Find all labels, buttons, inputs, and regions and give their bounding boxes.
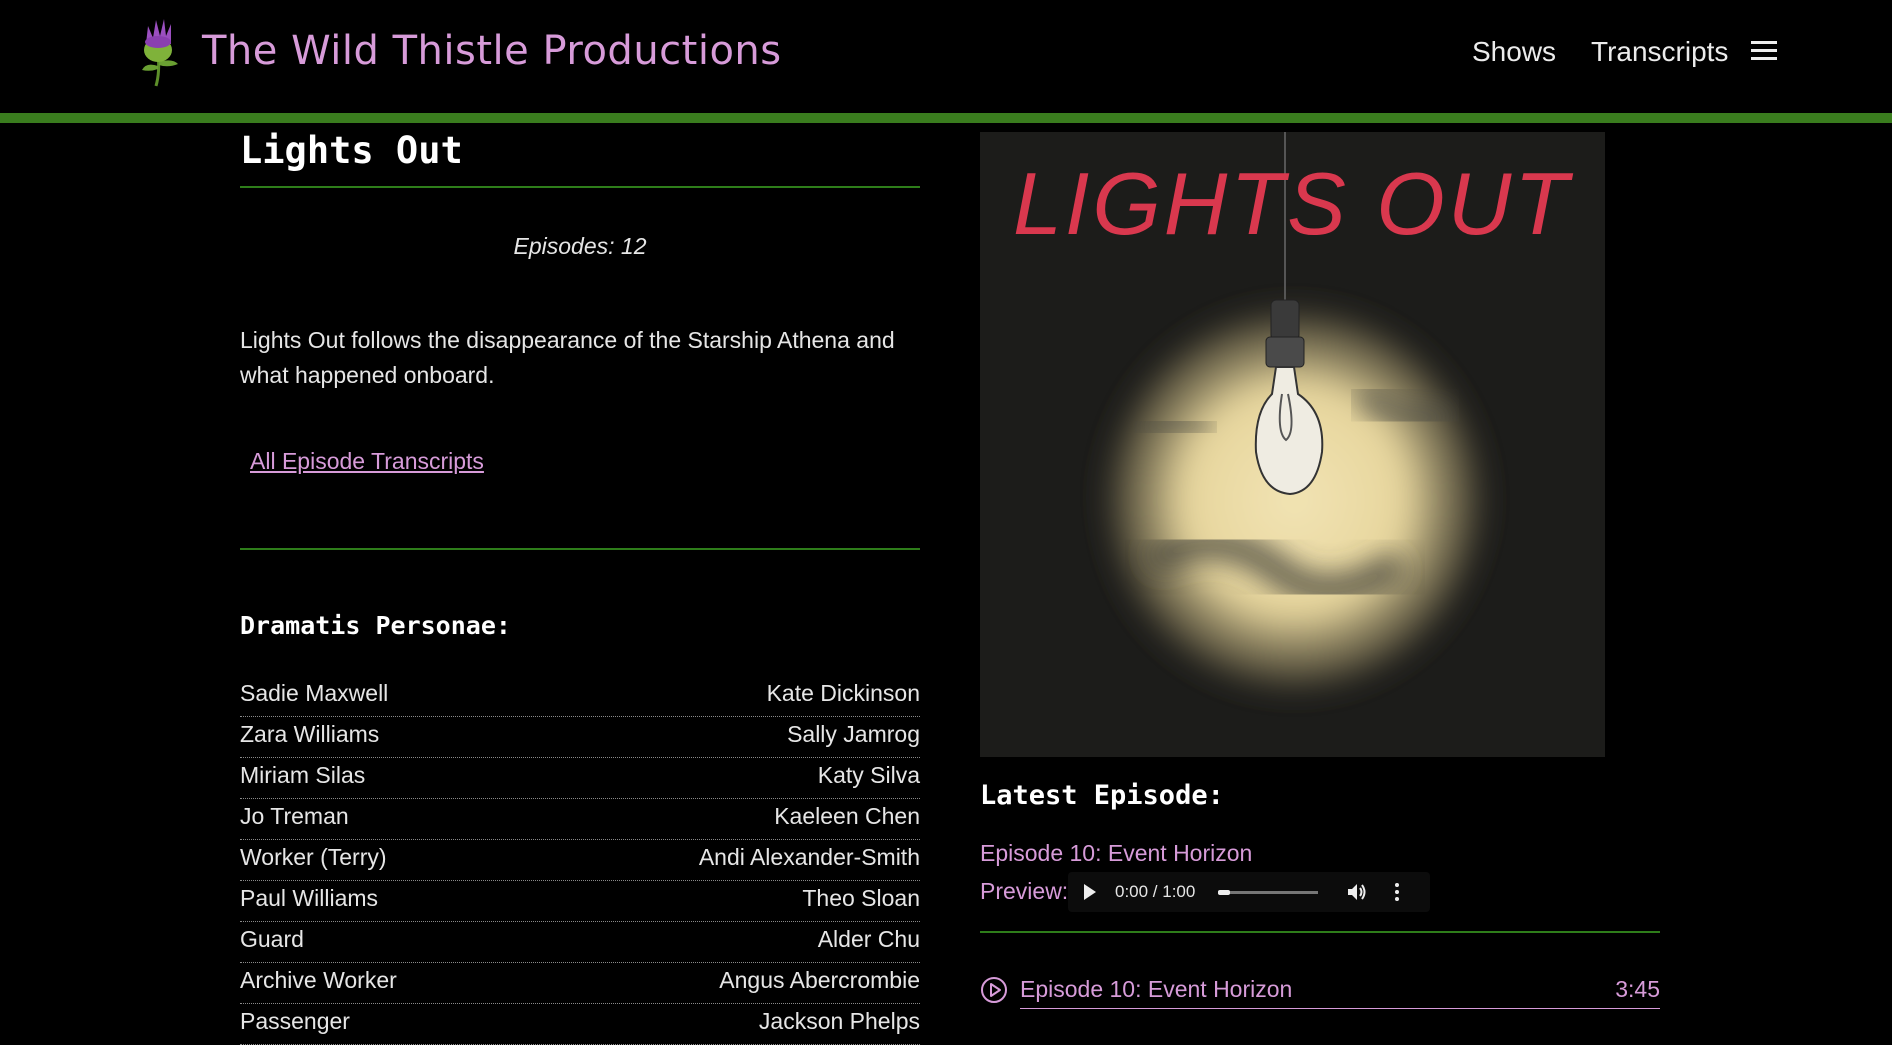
cast-row: Worker (Terry) Andi Alexander-Smith [240,840,920,881]
cast-row: Archive Worker Angus Abercrombie [240,963,920,1004]
character-name: Passenger [240,1008,350,1034]
audio-progress-slider[interactable] [1218,890,1318,895]
show-cover-art: LIGHTS OUT [980,132,1605,757]
show-description: Lights Out follows the disappearance of … [240,327,895,388]
all-transcripts-link[interactable]: All Episode Transcripts [250,448,484,475]
play-circle-icon[interactable] [980,976,1008,1004]
actor-name: Theo Sloan [802,885,920,911]
actor-name: Katy Silva [817,762,920,788]
cast-row: Paul Williams Theo Sloan [240,881,920,922]
character-name: Worker (Terry) [240,844,387,870]
play-icon[interactable] [1084,884,1096,900]
actor-name: Angus Abercrombie [719,967,920,993]
actor-name: Kaeleen Chen [774,803,920,829]
nav-transcripts[interactable]: Transcripts [1591,36,1728,68]
cast-list: Sadie Maxwell Kate Dickinson Zara Williams… [240,676,920,1045]
site-title[interactable]: The Wild Thistle Productions [202,28,782,74]
actor-name: Jackson Phelps [758,1008,920,1034]
cast-row: Guard Alder Chu [240,922,920,963]
cast-row: Zara Williams Sally Jamrog [240,717,920,758]
cast-row: Miriam Silas Katy Silva [240,758,920,799]
dramatis-personae-heading: Dramatis Personae: [240,611,511,640]
actor-name: Sally Jamrog [787,721,920,747]
character-name: Sadie Maxwell [240,680,389,706]
site-header: The Wild Thistle Productions Shows Trans… [0,0,1892,113]
episode-name: Episode 10: Event Horizon [1020,976,1293,1002]
progress-knob[interactable] [1218,890,1230,895]
latest-episode-title[interactable]: Episode 10: Event Horizon [980,840,1252,867]
episode-duration: 3:45 [1615,976,1660,1002]
actor-name: Alder Chu [817,926,920,952]
character-name: Jo Treman [240,803,349,829]
show-title: Lights Out [240,129,463,172]
episode-list-divider [980,931,1660,933]
more-options-icon[interactable] [1394,882,1400,902]
preview-label: Preview: [980,878,1069,904]
title-divider [240,186,920,188]
character-name: Guard [240,926,304,952]
character-name: Archive Worker [240,967,397,993]
character-name: Zara Williams [240,721,380,747]
episode-list-item: Episode 10: Event Horizon 3:45 [980,974,1660,1010]
actor-name: Andi Alexander-Smith [698,844,920,870]
episodes-count: Episodes: 12 [513,233,647,259]
audio-player: 0:00 / 1:00 [1068,872,1430,912]
header-divider [0,113,1892,123]
cover-title-text: LIGHTS OUT [1013,154,1573,253]
volume-icon[interactable] [1346,881,1368,903]
nav-shows[interactable]: Shows [1472,36,1556,68]
cast-row: Passenger Jackson Phelps [240,1004,920,1045]
cast-row: Sadie Maxwell Kate Dickinson [240,676,920,717]
section-divider [240,548,920,550]
audio-time: 0:00 / 1:00 [1115,882,1196,901]
character-name: Paul Williams [240,885,379,911]
thistle-logo-icon[interactable] [136,14,184,88]
hamburger-menu-icon[interactable] [1751,41,1777,61]
episode-link[interactable]: Episode 10: Event Horizon 3:45 [1020,974,1660,1009]
cast-row: Jo Treman Kaeleen Chen [240,799,920,840]
latest-episode-heading: Latest Episode: [980,780,1224,811]
actor-name: Kate Dickinson [766,680,920,706]
cover-image: LIGHTS OUT [980,132,1605,757]
character-name: Miriam Silas [240,762,366,788]
